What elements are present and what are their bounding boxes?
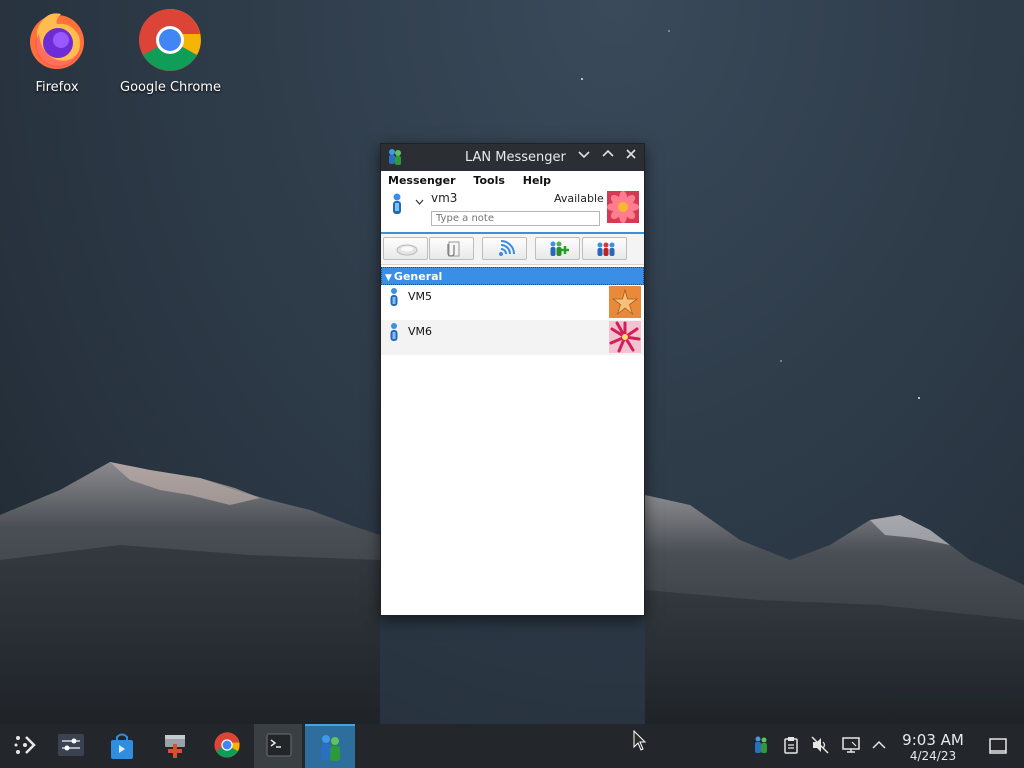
contact-name: VM6: [408, 325, 433, 338]
note-input[interactable]: [431, 211, 600, 226]
start-chat-button[interactable]: [383, 237, 428, 260]
menu-bar: Messenger Tools Help: [381, 171, 644, 189]
clock[interactable]: 9:03 AM 4/24/23: [895, 731, 971, 764]
contact-status-icon: [390, 288, 398, 306]
user-status-text: Available: [554, 192, 604, 205]
contact-status-icon: [390, 323, 398, 341]
chrome-icon: [214, 732, 240, 758]
user-status-icon[interactable]: [390, 193, 404, 215]
terminal-icon: [266, 733, 292, 757]
package-manager-icon: [165, 735, 185, 758]
taskbar-package-manager[interactable]: [150, 724, 198, 768]
contact-avatar-starfish: [609, 286, 641, 318]
minimize-button[interactable]: [575, 148, 593, 166]
show-desktop-icon[interactable]: [989, 738, 1007, 754]
menu-help[interactable]: Help: [523, 174, 551, 187]
chrome-icon: [139, 9, 201, 71]
mouse-cursor-icon: [633, 730, 647, 751]
close-button[interactable]: [622, 148, 640, 166]
taskbar-chrome[interactable]: [202, 724, 250, 768]
send-file-button[interactable]: [429, 237, 474, 260]
desktop-icon-chrome[interactable]: Google Chrome: [120, 8, 221, 95]
taskbar-terminal[interactable]: [254, 724, 302, 768]
taskbar-lan-messenger[interactable]: [305, 724, 355, 768]
desktop-icon-label: Google Chrome: [120, 80, 221, 95]
user-name: vm3: [431, 191, 458, 205]
contact-name: VM5: [408, 290, 433, 303]
broadcast-button[interactable]: [482, 237, 527, 260]
window-title: LAN Messenger: [465, 150, 566, 165]
status-dropdown-chevron-icon[interactable]: [415, 199, 424, 206]
lan-messenger-icon: [321, 735, 340, 761]
menu-messenger[interactable]: Messenger: [388, 174, 456, 187]
network-icon[interactable]: [842, 736, 860, 754]
lan-messenger-app-icon: [389, 149, 401, 165]
app-launcher-button[interactable]: [0, 724, 48, 768]
chevron-up-icon: [602, 149, 614, 157]
add-contact-icon: [550, 241, 569, 256]
clipboard-icon[interactable]: [783, 736, 799, 754]
add-contact-button[interactable]: [535, 237, 580, 260]
group-button[interactable]: [582, 237, 627, 260]
lan-messenger-window: LAN Messenger Messenger Tools Help vm3 A…: [380, 143, 645, 616]
close-icon: [626, 149, 636, 159]
lan-messenger-tray-icon[interactable]: [753, 736, 769, 754]
clock-date: 4/24/23: [909, 749, 957, 763]
taskbar-settings[interactable]: [46, 724, 94, 768]
file-transfer-icon: [447, 241, 460, 257]
system-settings-icon: [58, 734, 84, 756]
volume-muted-icon[interactable]: [811, 736, 829, 754]
contact-item-vm6[interactable]: VM6: [381, 320, 644, 355]
app-launcher-icon: [14, 736, 36, 754]
user-status-panel: vm3 Available: [381, 189, 644, 231]
chevron-down-icon: [578, 151, 590, 159]
group-header-general[interactable]: ▼ General: [381, 267, 644, 285]
broadcast-icon: [499, 240, 515, 256]
user-avatar[interactable]: [607, 191, 639, 223]
contact-item-vm5[interactable]: VM5: [381, 285, 644, 320]
desktop-icon-firefox[interactable]: Firefox: [18, 8, 96, 95]
expand-triangle-icon: ▼: [385, 273, 392, 283]
window-titlebar[interactable]: LAN Messenger: [381, 144, 644, 171]
clock-time: 9:03 AM: [902, 731, 964, 749]
group-icon: [597, 242, 615, 256]
taskbar: 9:03 AM 4/24/23: [0, 724, 1024, 768]
toolbar: [381, 234, 644, 265]
firefox-icon: [30, 13, 84, 69]
menu-tools[interactable]: Tools: [473, 174, 504, 187]
chat-icon: [396, 244, 418, 256]
taskbar-discover[interactable]: [97, 724, 145, 768]
maximize-button[interactable]: [599, 148, 617, 166]
expand-tray-icon[interactable]: [872, 736, 886, 754]
discover-store-icon: [111, 733, 133, 759]
desktop-icon-label: Firefox: [35, 80, 79, 95]
group-name: General: [393, 270, 443, 283]
contact-avatar-pink-flower: [609, 321, 641, 353]
